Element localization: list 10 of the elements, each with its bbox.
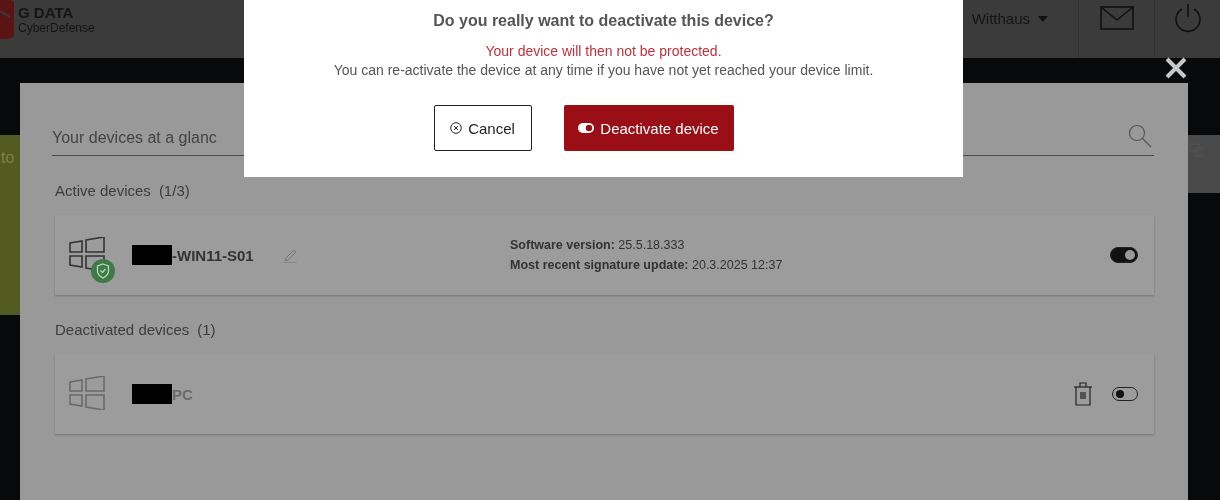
device-name: -WIN11-S01 [172, 246, 254, 264]
section-title: Deactivated devices [55, 321, 190, 338]
signature-update: Most recent signature update: 20.3.2025 12:37 [510, 258, 783, 272]
section-title: Active devices [55, 182, 151, 199]
dialog-title: Do you really want to deactivate this device? [432, 12, 775, 30]
warning-text: Your device will then not be protected. [484, 43, 723, 59]
dialog-message: You can re-activate the device at any time if you have not yet reached your device limit. [332, 62, 875, 78]
software-version: Software version: 25.5.18.333 [510, 238, 686, 252]
section-count: (1) [197, 321, 216, 338]
section-count: (1/3) [158, 182, 190, 199]
